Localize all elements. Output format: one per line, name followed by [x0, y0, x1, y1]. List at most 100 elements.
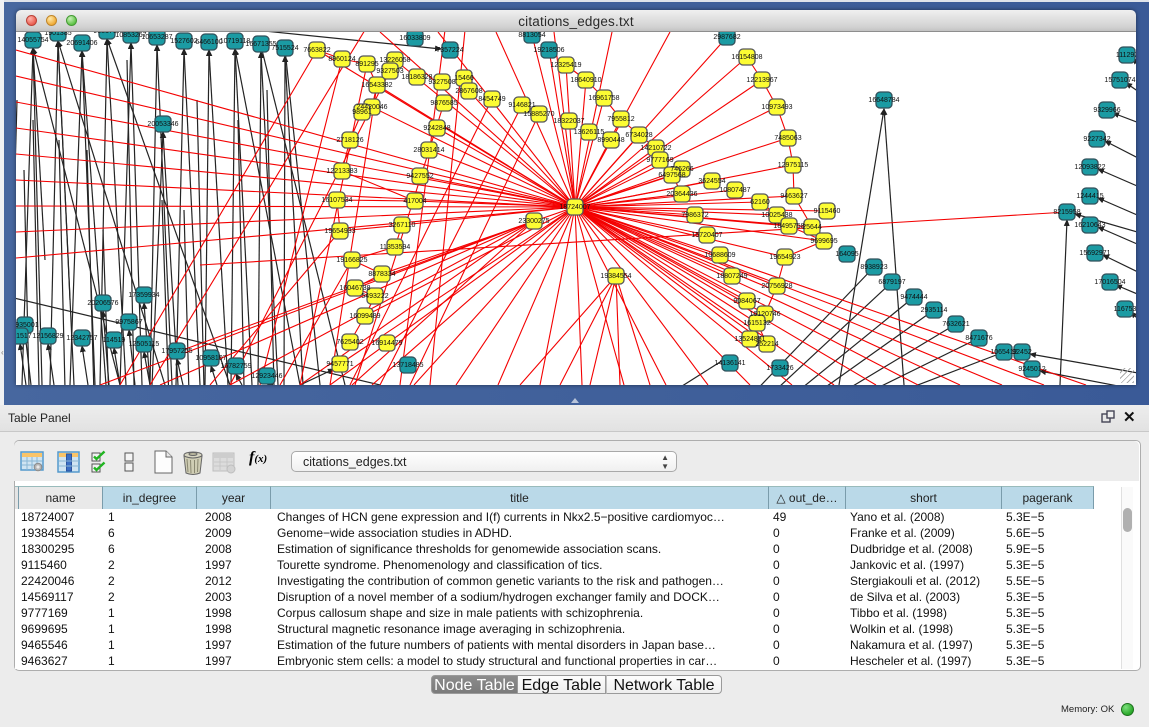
svg-text:7357224: 7357224 — [436, 47, 463, 54]
svg-text:9427552: 9427552 — [406, 173, 433, 180]
svg-text:13226058: 13226058 — [379, 57, 410, 64]
svg-text:7625402: 7625402 — [336, 339, 363, 346]
svg-text:991517: 991517 — [16, 333, 32, 340]
svg-text:13626115: 13626115 — [574, 129, 605, 136]
svg-text:19166825: 19166825 — [336, 257, 367, 264]
svg-text:9084067: 9084067 — [733, 298, 760, 305]
svg-text:13718485: 13718485 — [392, 362, 423, 369]
svg-text:9327503: 9327503 — [376, 68, 403, 75]
svg-text:12213383: 12213383 — [326, 168, 357, 175]
svg-text:9699695: 9699695 — [810, 238, 837, 245]
svg-text:17016504: 17016504 — [1094, 279, 1125, 286]
svg-text:16961758: 16961758 — [588, 95, 619, 102]
svg-text:9327508: 9327508 — [428, 79, 455, 86]
svg-text:6734028: 6734028 — [625, 132, 652, 139]
svg-text:20206576: 20206576 — [87, 300, 118, 307]
svg-text:20364436: 20364436 — [666, 191, 697, 198]
svg-text:12325419: 12325419 — [550, 62, 581, 69]
svg-text:8215958: 8215958 — [1053, 209, 1080, 216]
svg-text:15466: 15466 — [454, 75, 474, 82]
svg-text:12505115: 12505115 — [129, 341, 160, 348]
svg-text:12156829: 12156829 — [32, 333, 63, 340]
svg-text:2935114: 2935114 — [921, 307, 948, 314]
svg-text:16046738: 16046738 — [339, 285, 370, 292]
svg-text:10807487: 10807487 — [719, 187, 750, 194]
svg-text:20756928: 20756928 — [761, 283, 792, 290]
svg-text:28031414: 28031414 — [413, 147, 444, 154]
svg-text:3624554: 3624554 — [698, 178, 725, 185]
svg-text:3267110: 3267110 — [389, 222, 416, 229]
svg-text:18495758: 18495758 — [773, 223, 804, 230]
svg-text:7485063: 7485063 — [774, 135, 801, 142]
svg-text:16914479: 16914479 — [371, 340, 402, 347]
svg-text:6466100: 6466100 — [195, 39, 222, 46]
svg-text:10688609: 10688609 — [704, 252, 735, 259]
svg-text:11353594: 11353594 — [380, 244, 411, 251]
svg-text:18807249: 18807249 — [716, 273, 747, 280]
svg-text:116753: 116753 — [1114, 306, 1136, 313]
svg-text:19384554: 19384554 — [600, 273, 631, 280]
svg-text:9242848: 9242848 — [423, 125, 450, 132]
svg-text:18322037: 18322037 — [553, 118, 584, 125]
svg-text:9975867: 9975867 — [115, 319, 142, 326]
svg-text:18640910: 18640910 — [570, 77, 601, 84]
svg-text:9115460: 9115460 — [814, 208, 841, 215]
svg-text:16782759: 16782759 — [220, 363, 251, 370]
svg-text:15751074: 15751074 — [1104, 77, 1135, 84]
svg-text:16210643: 16210643 — [1074, 222, 1105, 229]
svg-text:7515524: 7515524 — [271, 45, 298, 52]
svg-text:164095: 164095 — [835, 251, 858, 258]
svg-text:8960124: 8960124 — [328, 56, 355, 63]
svg-text:1065412: 1065412 — [990, 349, 1017, 356]
svg-text:14136141: 14136141 — [714, 360, 745, 367]
svg-text:16648784: 16648784 — [868, 97, 899, 104]
svg-text:19218506: 19218506 — [533, 47, 564, 54]
svg-text:1244415: 1244415 — [1076, 193, 1103, 200]
svg-text:10025438: 10025438 — [761, 212, 792, 219]
svg-text:12213967: 12213967 — [746, 77, 777, 84]
svg-text:417004: 417004 — [403, 198, 426, 205]
svg-text:9245012: 9245012 — [1018, 366, 1045, 373]
svg-text:9146821: 9146821 — [508, 102, 535, 109]
svg-text:12093822: 12093822 — [1074, 164, 1105, 171]
svg-text:16033809: 16033809 — [399, 35, 430, 42]
svg-text:1733426: 1733426 — [766, 365, 793, 372]
svg-text:10973493: 10973493 — [761, 104, 792, 111]
svg-text:252214: 252214 — [755, 341, 778, 348]
svg-text:14055754: 14055754 — [17, 37, 48, 44]
svg-text:9463627: 9463627 — [780, 193, 807, 200]
svg-text:114519: 114519 — [103, 337, 126, 344]
svg-text:1901385: 1901385 — [44, 32, 71, 37]
svg-text:7986372: 7986372 — [681, 212, 708, 219]
svg-text:17957255: 17957255 — [161, 348, 192, 355]
svg-text:8990448: 8990448 — [597, 137, 624, 144]
svg-text:7632621: 7632621 — [942, 321, 969, 328]
svg-text:8878334: 8878334 — [368, 271, 395, 278]
svg-text:9777169: 9777169 — [646, 157, 673, 164]
svg-text:5493222: 5493222 — [361, 293, 388, 300]
svg-text:16120746: 16120746 — [749, 311, 780, 318]
svg-text:8938923: 8938923 — [860, 264, 887, 271]
svg-text:19654923: 19654923 — [769, 254, 800, 261]
svg-text:2987682: 2987682 — [713, 34, 740, 41]
svg-text:16154808: 16154808 — [731, 54, 762, 61]
svg-text:9227342: 9227342 — [1083, 136, 1110, 143]
svg-text:8935001: 8935001 — [16, 322, 39, 329]
svg-text:6879197: 6879197 — [878, 279, 905, 286]
svg-text:62160: 62160 — [750, 199, 770, 206]
svg-text:15720407: 15720407 — [691, 232, 722, 239]
svg-text:20691406: 20691406 — [66, 40, 97, 47]
svg-text:10958107: 10958107 — [195, 355, 226, 362]
svg-text:15885270: 15885270 — [523, 111, 554, 118]
svg-text:111297: 111297 — [1116, 52, 1136, 59]
svg-text:16107534: 16107534 — [321, 197, 352, 204]
svg-text:12923446: 12923446 — [251, 373, 282, 380]
svg-text:12342757: 12342757 — [66, 335, 97, 342]
svg-text:20053346: 20053346 — [147, 121, 178, 128]
svg-text:891295: 891295 — [355, 61, 378, 68]
svg-text:8471676: 8471676 — [965, 335, 992, 342]
svg-text:7955812: 7955812 — [607, 116, 634, 123]
svg-text:7663822: 7663822 — [303, 47, 330, 54]
svg-text:16543382: 16543382 — [361, 82, 392, 89]
svg-text:25644: 25644 — [802, 224, 822, 231]
